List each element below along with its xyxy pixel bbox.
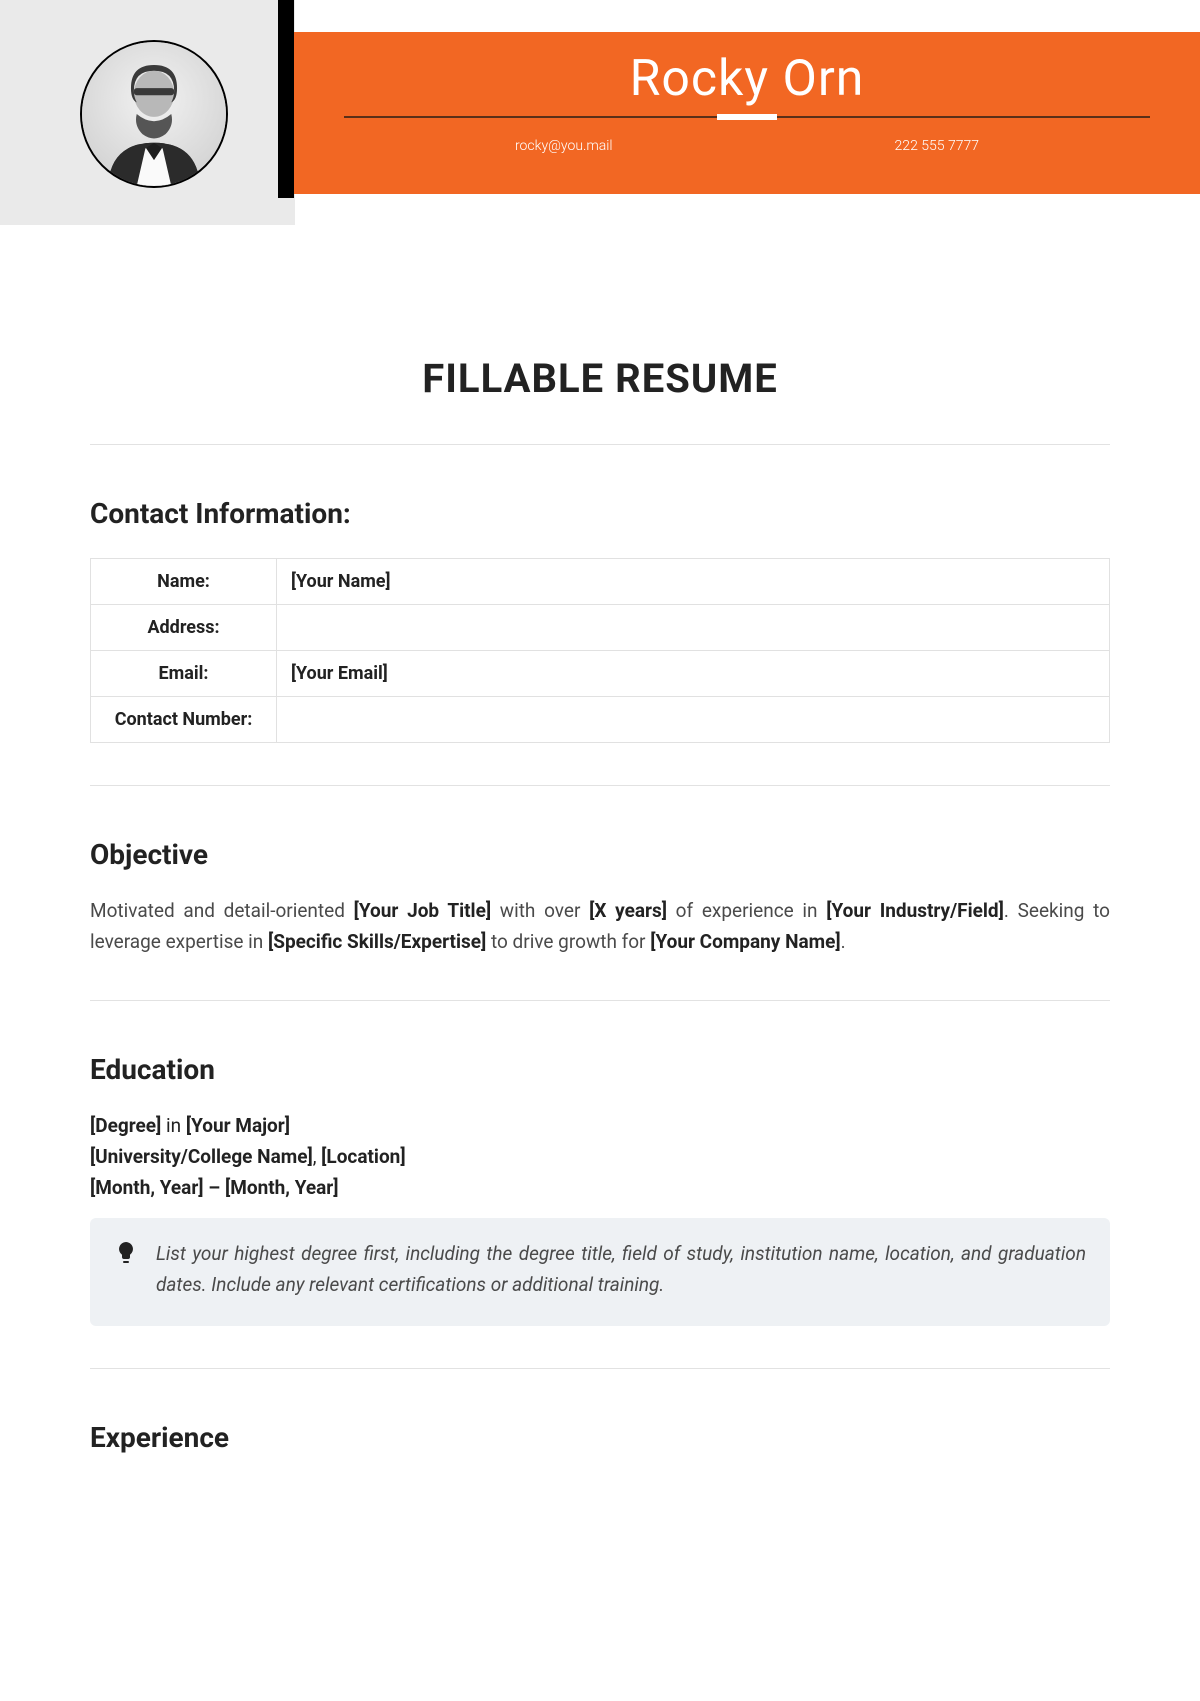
page-title: FILLABLE RESUME <box>90 355 1110 402</box>
education-placeholder-location[interactable]: [Location] <box>321 1145 405 1168</box>
objective-text: Motivated and detail-oriented [Your Job … <box>90 895 1110 958</box>
education-line-degree: [Degree] in [Your Major] <box>90 1110 1110 1141</box>
objective-frag: . <box>841 930 846 953</box>
header-name: Rocky Orn <box>294 50 1200 108</box>
lightbulb-icon <box>114 1240 138 1264</box>
table-row: Email: [Your Email] <box>91 651 1110 697</box>
title-divider <box>90 444 1110 445</box>
contact-value-email[interactable]: [Your Email] <box>277 651 1110 697</box>
contact-label-address: Address: <box>91 605 277 651</box>
objective-frag: of experience in <box>667 899 826 922</box>
objective-placeholder-company[interactable]: [Your Company Name] <box>650 930 840 953</box>
objective-frag: with over <box>491 899 589 922</box>
education-divider <box>90 1368 1110 1369</box>
contact-table: Name: [Your Name] Address: Email: [Your … <box>90 558 1110 743</box>
objective-placeholder-industry[interactable]: [Your Industry/Field] <box>826 899 1004 922</box>
objective-frag: to drive growth for <box>486 930 650 953</box>
contact-value-name[interactable]: [Your Name] <box>277 559 1110 605</box>
contact-label-name: Name: <box>91 559 277 605</box>
avatar <box>80 40 228 188</box>
document-content: FILLABLE RESUME Contact Information: Nam… <box>0 225 1200 1454</box>
contact-label-email: Email: <box>91 651 277 697</box>
objective-frag: Motivated and detail-oriented <box>90 899 354 922</box>
contact-heading: Contact Information: <box>90 497 1110 530</box>
contact-value-phone[interactable] <box>277 697 1110 743</box>
education-frag: in <box>161 1114 186 1137</box>
avatar-image <box>82 42 226 186</box>
objective-heading: Objective <box>90 838 1110 871</box>
education-placeholder-major[interactable]: [Your Major] <box>186 1114 290 1137</box>
education-heading: Education <box>90 1053 1110 1086</box>
education-placeholder-university[interactable]: [University/College Name] <box>90 1145 313 1168</box>
education-line-institution: [University/College Name], [Location] <box>90 1141 1110 1172</box>
header-underline-accent <box>717 114 777 120</box>
education-tip-box: List your highest degree first, includin… <box>90 1218 1110 1327</box>
header-name-underline <box>344 116 1150 118</box>
objective-placeholder-skills[interactable]: [Specific Skills/Expertise] <box>268 930 486 953</box>
objective-placeholder-jobtitle[interactable]: [Your Job Title] <box>354 899 491 922</box>
header-banner: Rocky Orn rocky@you.mail 222 555 7777 <box>294 32 1200 194</box>
contact-value-address[interactable] <box>277 605 1110 651</box>
contact-label-phone: Contact Number: <box>91 697 277 743</box>
education-tip-text: List your highest degree first, includin… <box>156 1238 1086 1301</box>
header-area: Rocky Orn rocky@you.mail 222 555 7777 <box>0 0 1200 225</box>
education-line-dates: [Month, Year] – [Month, Year] <box>90 1172 1110 1203</box>
header-contact-row: rocky@you.mail 222 555 7777 <box>294 118 1200 154</box>
objective-divider <box>90 1000 1110 1001</box>
experience-heading: Experience <box>90 1421 1110 1454</box>
contact-divider <box>90 785 1110 786</box>
education-frag: , <box>313 1145 321 1168</box>
header-divider-bar <box>278 0 294 198</box>
education-placeholder-dates[interactable]: [Month, Year] – [Month, Year] <box>90 1176 339 1199</box>
header-email: rocky@you.mail <box>515 138 613 154</box>
objective-placeholder-years[interactable]: [X years] <box>589 899 667 922</box>
table-row: Address: <box>91 605 1110 651</box>
education-lines: [Degree] in [Your Major] [University/Col… <box>90 1110 1110 1204</box>
table-row: Contact Number: <box>91 697 1110 743</box>
header-phone: 222 555 7777 <box>895 138 979 154</box>
table-row: Name: [Your Name] <box>91 559 1110 605</box>
education-placeholder-degree[interactable]: [Degree] <box>90 1114 161 1137</box>
